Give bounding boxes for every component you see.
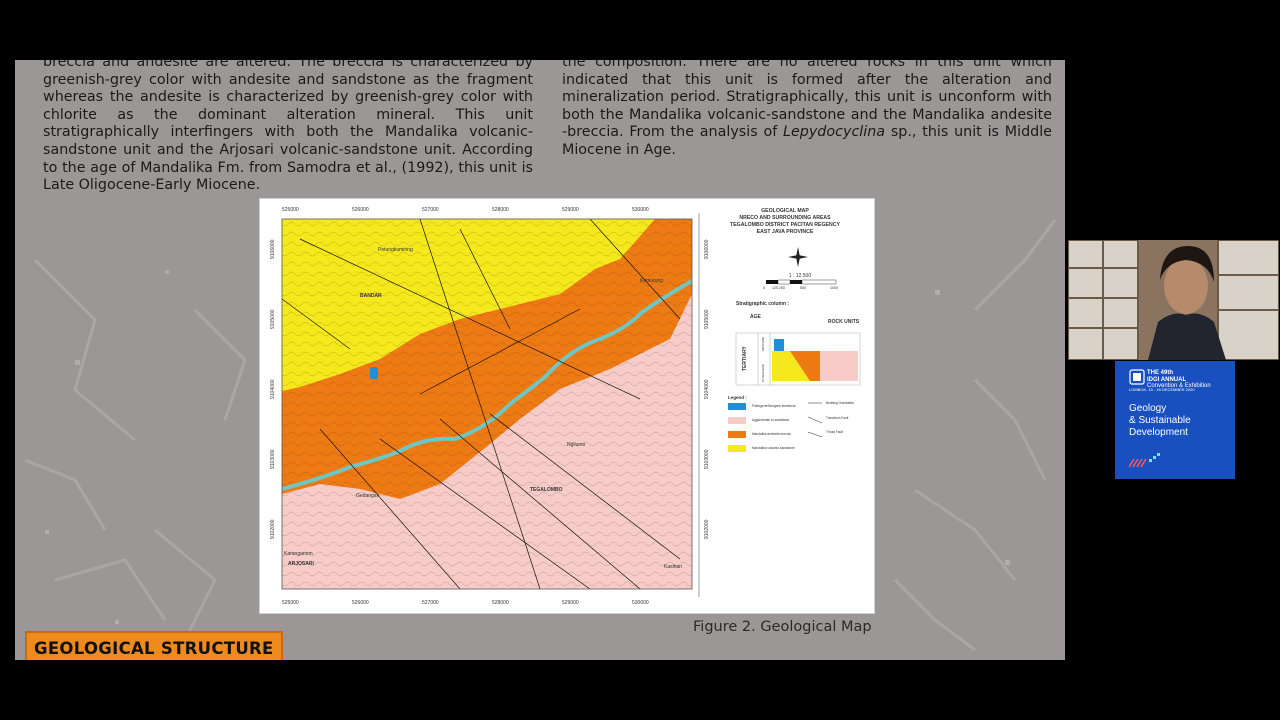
stripe-decoration-icon <box>1129 453 1160 468</box>
map-area: Petungkumiring BANDAR Kemurung TEGALOMBO… <box>282 219 692 589</box>
epoch-label: MIOCENE <box>761 337 765 351</box>
legend-symbol-label: Bedding Orientation <box>826 401 854 405</box>
x-tick-top: 530000 <box>632 207 649 213</box>
y-tick-right: 9105000 <box>704 309 710 329</box>
geological-map: 525000 526000 527000 528000 529000 53000… <box>270 207 861 606</box>
presentation-slide: breccia and andesite are altered. The br… <box>15 60 1065 660</box>
x-tick-bottom: 529000 <box>562 600 579 606</box>
x-tick-bottom: 526000 <box>352 600 369 606</box>
x-tick-top: 528000 <box>492 207 509 213</box>
epoch-label: OLIGOCENE <box>761 364 765 382</box>
strat-column-label: Stratigraphic column : <box>736 301 789 307</box>
map-title-line: TEGALOMBO DISTRICT PACITAN REGENCY <box>730 222 840 228</box>
place-label: Kasihan <box>664 564 682 570</box>
map-title-line: NRECO AND SURROUNDING AREAS <box>739 215 831 221</box>
north-arrow-icon <box>788 247 808 267</box>
legend-unit-label: Mandalika andesite-breccia <box>752 432 791 436</box>
legend-label: Legend : <box>728 395 747 400</box>
map-title-line: EAST JAVA PROVINCE <box>757 229 814 235</box>
legend-symbol-label: Transform Fault <box>826 416 848 420</box>
x-tick-top: 525000 <box>282 207 299 213</box>
y-tick-left: 9104000 <box>270 379 276 399</box>
convention-edition: THE 49th <box>1147 370 1174 376</box>
y-tick-left: 9106000 <box>270 239 276 259</box>
y-tick-right: 9106000 <box>704 239 710 259</box>
scale-tick: 1000 <box>830 286 838 290</box>
convention-promo-card: THE 49th IDGI ANNUAL Convention & Exhibi… <box>1115 361 1235 479</box>
theme-line: & Sustainable <box>1129 415 1191 426</box>
geological-map-figure: 525000 526000 527000 528000 529000 53000… <box>259 198 875 614</box>
place-label: Kemurung <box>640 278 663 284</box>
y-tick-right: 9102000 <box>704 519 710 539</box>
age-header: AGE <box>750 314 762 320</box>
place-label: Ngilumo <box>567 442 586 448</box>
convention-dates: LOMBOK, 15 - 16 DECEMBER 2020 <box>1129 387 1195 392</box>
place-label: BANDAR <box>360 293 382 299</box>
place-label: Karanganom <box>284 551 313 557</box>
x-tick-bottom: 527000 <box>422 600 439 606</box>
scale-tick: 125 250 <box>772 286 785 290</box>
scale-tick: 500 <box>800 286 806 290</box>
right-text-column: the composition. There are no altered ro… <box>562 60 1052 160</box>
face <box>1164 258 1208 314</box>
place-label: Petungkumiring <box>378 247 413 253</box>
convention-theme: Geology & Sustainable Development <box>1129 403 1191 439</box>
map-title-line: GEOLOGICAL MAP <box>761 208 809 214</box>
x-tick-bottom: 525000 <box>282 600 299 606</box>
theme-line: Development <box>1129 427 1188 438</box>
y-tick-right: 9103000 <box>704 449 710 469</box>
left-text-column: breccia and andesite are altered. The br… <box>43 60 533 195</box>
y-tick-left: 9103000 <box>270 449 276 469</box>
place-label: ARJOSARI <box>288 561 314 567</box>
y-tick-right: 9104000 <box>704 379 710 399</box>
legend-unit-label: Agglomerate to sandstone <box>752 418 789 422</box>
scale-tick: 0 <box>763 286 765 290</box>
x-tick-top: 527000 <box>422 207 439 213</box>
figure-caption: Figure 2. Geological Map <box>693 619 872 635</box>
left-paragraph: breccia and andesite are altered. The br… <box>43 60 533 194</box>
section-badge: GEOLOGICAL STRUCTURE <box>25 631 283 660</box>
limestone-outcrop <box>370 367 378 379</box>
species-name: Lepydocyclina <box>783 124 886 141</box>
legend-unit-label: Paleogene/Neogene limestone <box>752 404 796 408</box>
rock-units-header: ROCK UNITS <box>828 319 860 325</box>
y-tick-left: 9102000 <box>270 519 276 539</box>
x-tick-top: 529000 <box>562 207 579 213</box>
presenter-webcam <box>1068 240 1279 360</box>
period-label: TERTIARY <box>742 346 748 371</box>
x-tick-bottom: 530000 <box>632 600 649 606</box>
scale-bar <box>766 279 837 285</box>
place-label: Gedangan <box>356 493 380 499</box>
convention-title: IDGI ANNUAL <box>1147 376 1187 383</box>
presenter-video <box>1068 240 1279 360</box>
map-scale: 1 : 12.500 <box>789 273 811 279</box>
strat-column <box>735 332 861 386</box>
legend-unit-label: Mandalika volcanic-sandstone <box>752 446 795 450</box>
legend-symbols <box>807 402 823 438</box>
y-tick-left: 9105000 <box>270 309 276 329</box>
legend-units <box>728 403 746 452</box>
theme-line: Geology <box>1129 403 1167 414</box>
x-tick-bottom: 528000 <box>492 600 509 606</box>
place-label: TEGALOMBO <box>530 487 563 493</box>
legend-symbol-label: Thrust Fault <box>826 430 843 434</box>
x-tick-top: 526000 <box>352 207 369 213</box>
